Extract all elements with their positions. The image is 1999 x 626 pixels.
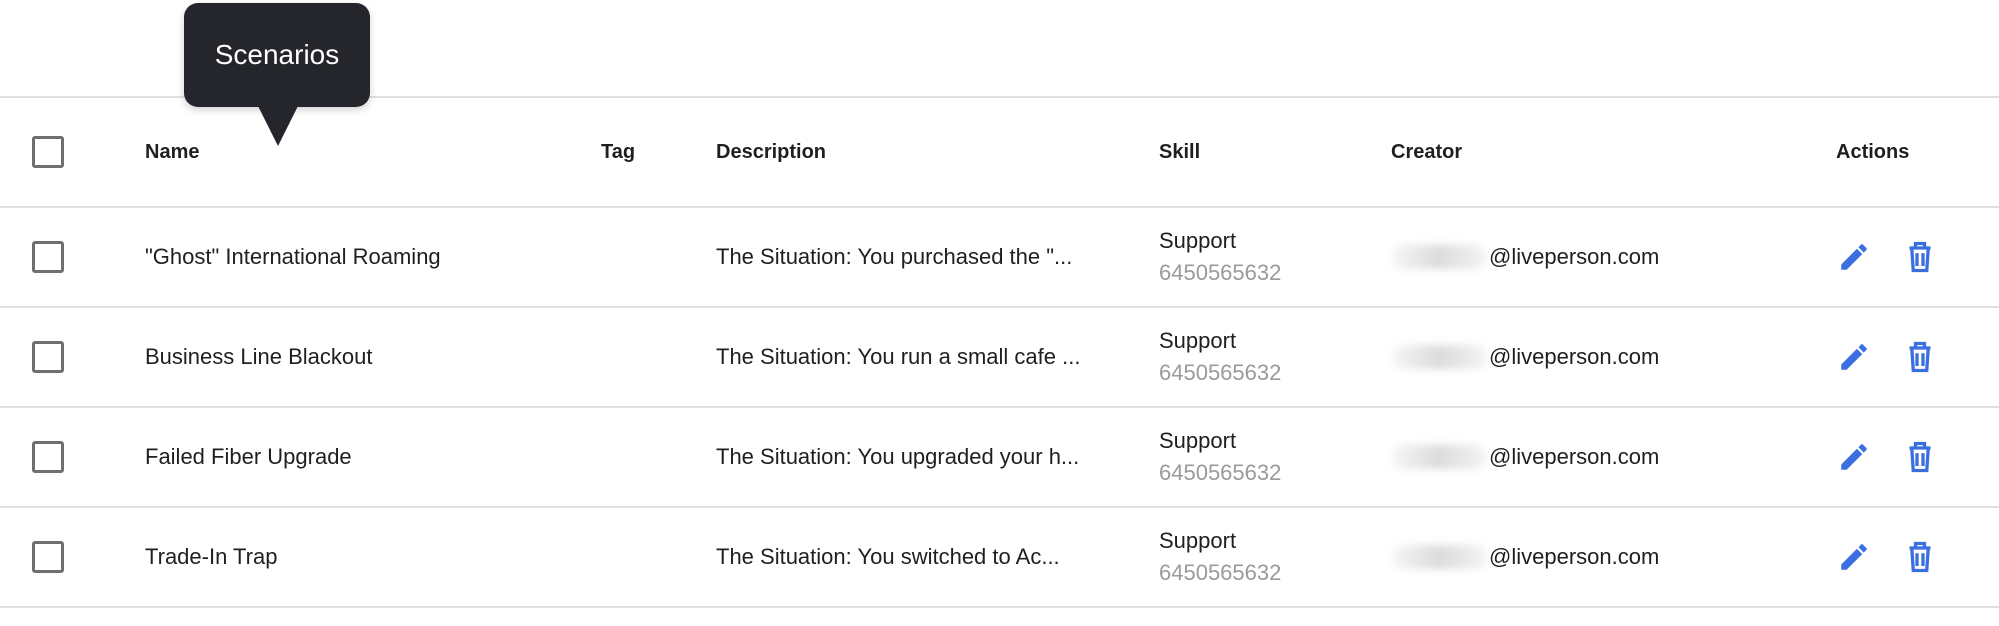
skill-id: 6450565632 <box>1159 560 1282 585</box>
edit-button[interactable] <box>1836 439 1872 475</box>
pencil-icon <box>1841 344 1867 370</box>
column-header-actions: Actions <box>1836 140 1910 163</box>
creator-email-domain: @liveperson.com <box>1489 344 1660 369</box>
row-checkbox[interactable] <box>32 341 64 373</box>
skill-name: Support <box>1159 428 1237 453</box>
column-header-name[interactable]: Name <box>145 98 199 206</box>
redacted-creator-name <box>1391 245 1487 269</box>
row-checkbox[interactable] <box>32 241 64 273</box>
table-row[interactable]: Trade-In Trap The Situation: You switche… <box>0 508 1999 608</box>
tooltip-arrow <box>258 106 298 146</box>
column-header-tag[interactable]: Tag <box>601 98 635 206</box>
skill-name: Support <box>1159 228 1237 253</box>
tooltip-text: Scenarios <box>214 39 340 70</box>
select-all-checkbox[interactable] <box>32 136 64 168</box>
trash-icon <box>1909 541 1931 573</box>
scenario-description: The Situation: You upgraded your h... <box>716 444 1080 469</box>
table-row[interactable]: Failed Fiber Upgrade The Situation: You … <box>0 408 1999 508</box>
scenario-name[interactable]: Trade-In Trap <box>145 508 277 606</box>
pencil-icon <box>1841 444 1867 470</box>
trash-icon <box>1909 441 1931 473</box>
trash-icon <box>1909 241 1931 273</box>
trash-icon <box>1909 341 1931 373</box>
skill-name: Support <box>1159 328 1237 353</box>
creator-email-domain: @liveperson.com <box>1489 244 1660 269</box>
delete-button[interactable] <box>1902 439 1938 475</box>
table-row[interactable]: "Ghost" International Roaming The Situat… <box>0 208 1999 308</box>
scenario-description: The Situation: You purchased the "... <box>716 244 1073 269</box>
delete-button[interactable] <box>1902 239 1938 275</box>
tooltip: Scenarios <box>184 3 370 107</box>
pencil-icon <box>1841 544 1867 570</box>
creator-email-domain: @liveperson.com <box>1489 544 1660 569</box>
row-checkbox[interactable] <box>32 441 64 473</box>
redacted-creator-name <box>1391 545 1487 569</box>
scenario-description: The Situation: You switched to Ac... <box>716 544 1060 569</box>
table-header-row: Name Tag Description Skill Creator Actio… <box>0 98 1999 208</box>
creator-email-domain: @liveperson.com <box>1489 444 1660 469</box>
table-row[interactable]: Business Line Blackout The Situation: Yo… <box>0 308 1999 408</box>
scenario-name[interactable]: "Ghost" International Roaming <box>145 208 441 306</box>
skill-id: 6450565632 <box>1159 260 1282 285</box>
edit-button[interactable] <box>1836 539 1872 575</box>
delete-button[interactable] <box>1902 539 1938 575</box>
scenario-name[interactable]: Business Line Blackout <box>145 308 372 406</box>
redacted-creator-name <box>1391 345 1487 369</box>
skill-id: 6450565632 <box>1159 460 1282 485</box>
edit-button[interactable] <box>1836 339 1872 375</box>
pencil-icon <box>1841 244 1867 270</box>
row-checkbox[interactable] <box>32 541 64 573</box>
scenario-description: The Situation: You run a small cafe ... <box>716 344 1081 369</box>
redacted-creator-name <box>1391 445 1487 469</box>
column-header-skill[interactable]: Skill <box>1159 98 1200 206</box>
skill-id: 6450565632 <box>1159 360 1282 385</box>
scenario-name[interactable]: Failed Fiber Upgrade <box>145 408 352 506</box>
edit-button[interactable] <box>1836 239 1872 275</box>
delete-button[interactable] <box>1902 339 1938 375</box>
skill-name: Support <box>1159 528 1237 553</box>
column-header-description[interactable]: Description <box>716 98 1106 206</box>
column-header-creator[interactable]: Creator <box>1391 98 1462 206</box>
